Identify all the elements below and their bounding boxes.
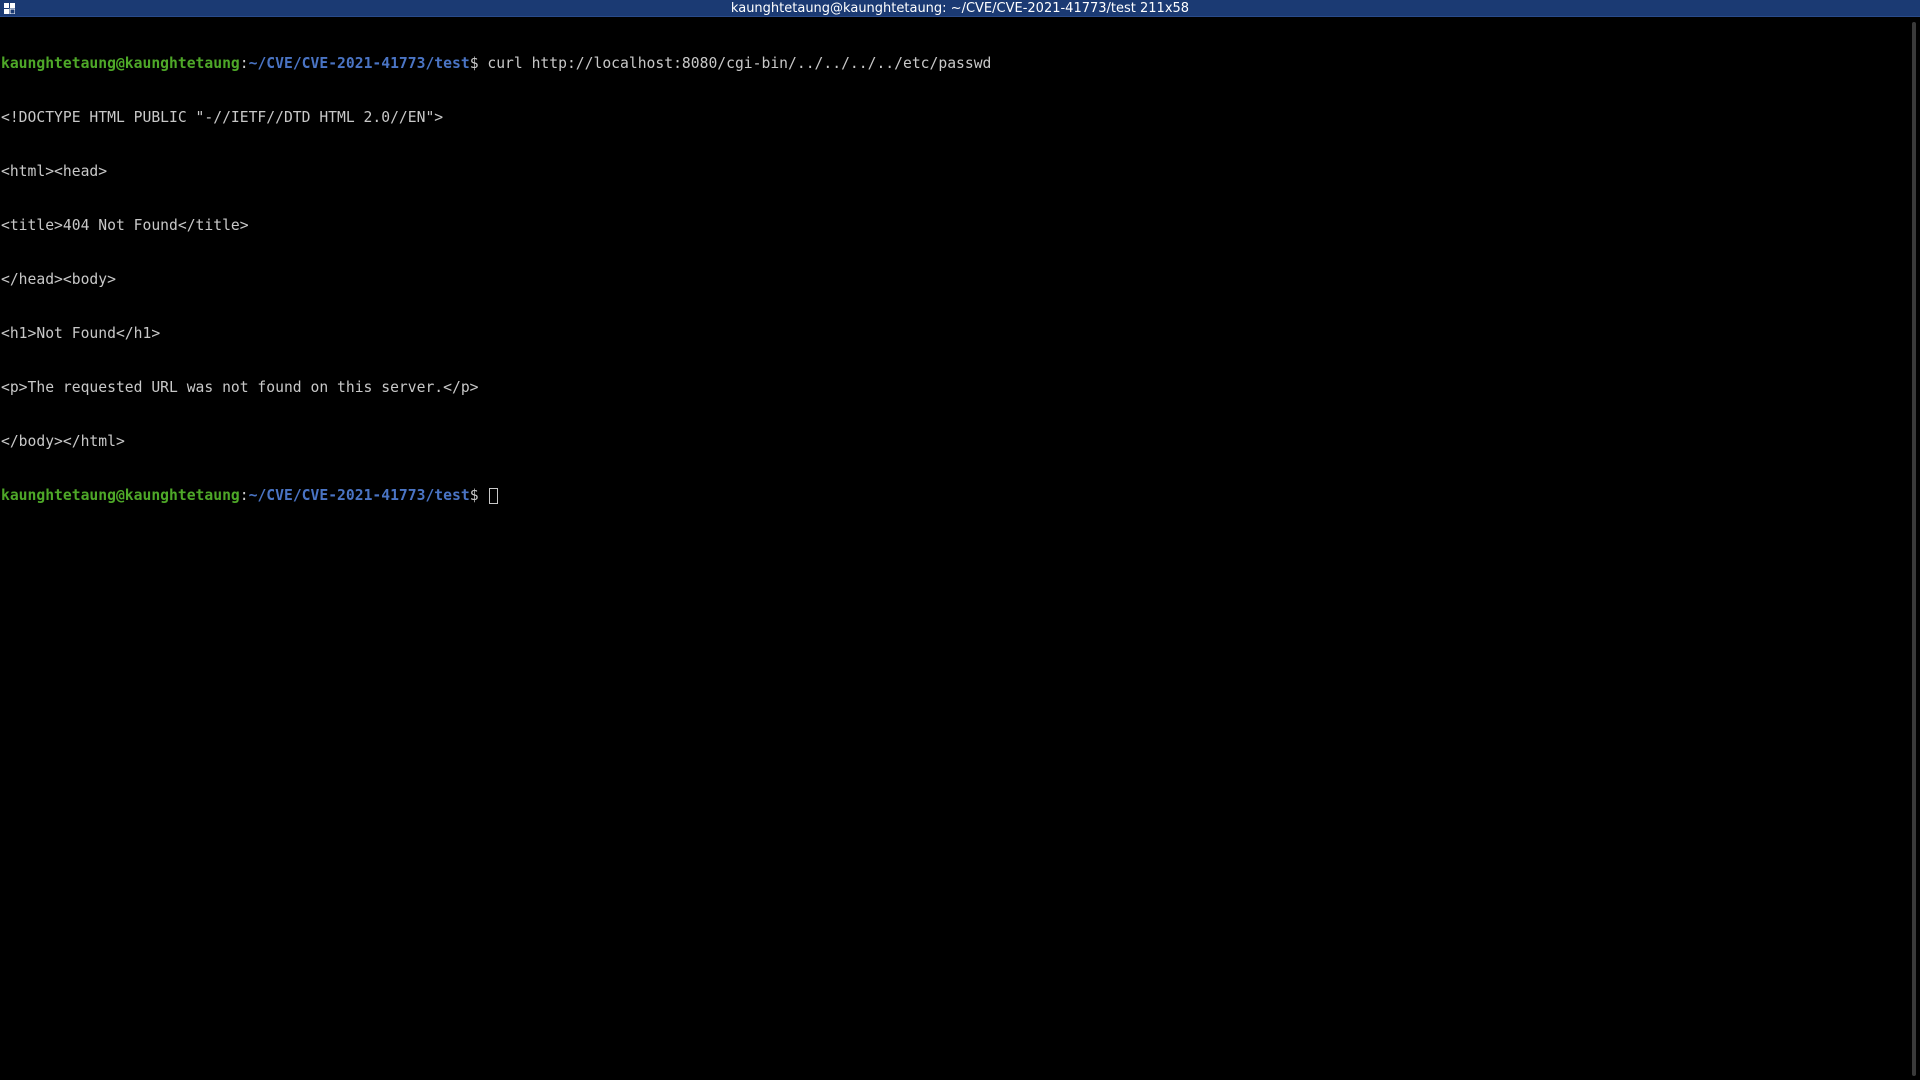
title-bar[interactable]: kaunghtetaung@kaunghtetaung: ~/CVE/CVE-2…	[0, 0, 1920, 17]
output-line: <p>The requested URL was not found on th…	[1, 379, 479, 396]
vertical-scrollbar[interactable]	[1908, 18, 1920, 1080]
prompt-user: kaunghtetaung@kaunghtetaung	[1, 55, 240, 72]
prompt-separator: :	[239, 55, 249, 72]
output-line: <!DOCTYPE HTML PUBLIC "-//IETF//DTD HTML…	[1, 109, 444, 126]
window-title: kaunghtetaung@kaunghtetaung: ~/CVE/CVE-2…	[730, 1, 1190, 16]
prompt-separator: :	[239, 487, 249, 504]
prompt-path: ~/CVE/CVE-2021-41773/test	[248, 487, 470, 504]
terminal-window: kaunghtetaung@kaunghtetaung: ~/CVE/CVE-2…	[0, 0, 1920, 1080]
text-cursor	[489, 488, 499, 504]
prompt-dollar: $	[469, 55, 479, 72]
command-line: kaunghtetaung@kaunghtetaung:~/CVE/CVE-20…	[1, 55, 1908, 73]
scrollbar-thumb[interactable]	[1912, 22, 1916, 1076]
output-line: <h1>Not Found</h1>	[1, 325, 161, 342]
output-line: <html><head>	[1, 163, 108, 180]
command-text: curl http://localhost:8080/cgi-bin/../..…	[478, 55, 992, 72]
prompt-user: kaunghtetaung@kaunghtetaung	[1, 487, 240, 504]
output-line: </body></html>	[1, 433, 125, 450]
terminal-output-area[interactable]: kaunghtetaung@kaunghtetaung:~/CVE/CVE-20…	[0, 18, 1908, 1080]
active-prompt-line[interactable]: kaunghtetaung@kaunghtetaung:~/CVE/CVE-20…	[1, 487, 1908, 505]
output-line: <title>404 Not Found</title>	[1, 217, 249, 234]
prompt-path: ~/CVE/CVE-2021-41773/test	[248, 55, 470, 72]
output-line: </head><body>	[1, 271, 116, 288]
prompt-dollar: $	[469, 487, 488, 504]
